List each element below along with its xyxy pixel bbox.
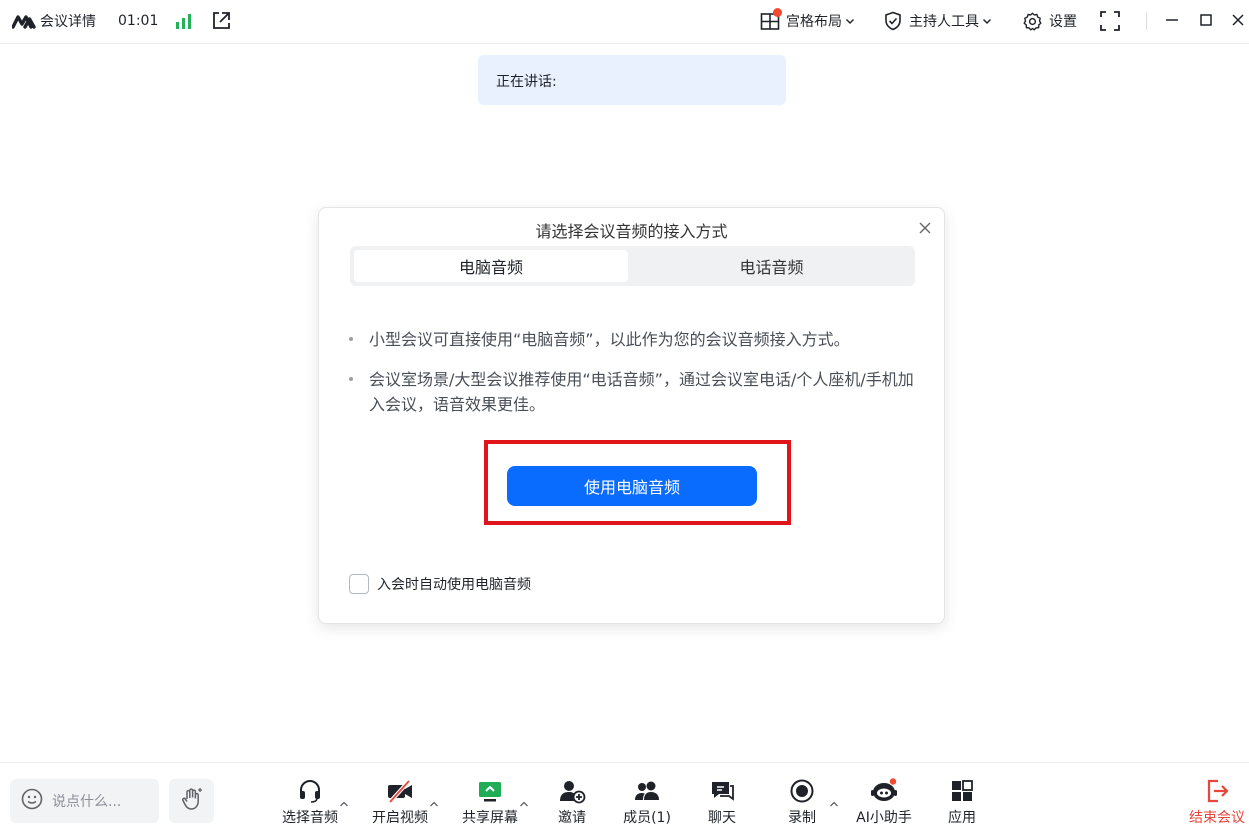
- ai-assistant-label: AI小助手: [856, 810, 912, 826]
- external-link-icon[interactable]: [210, 10, 232, 32]
- chat-button[interactable]: 聊天: [702, 777, 742, 827]
- share-screen-label: 共享屏幕: [462, 810, 518, 826]
- record-options-chevron-icon[interactable]: [829, 793, 839, 807]
- list-item: 会议室场景/大型会议推荐使用“电话音频”，通过会议室电话/个人座机/手机加入会议…: [349, 367, 939, 419]
- window-controls-divider: [1146, 12, 1147, 30]
- audio-selection-dialog: 请选择会议音频的接入方式 电脑音频 电话音频 小型会议可直接使用“电脑音频”，以…: [318, 207, 945, 624]
- add-user-icon: [558, 777, 586, 804]
- bullet-dot: [349, 377, 353, 381]
- grid-layout-icon: [760, 8, 782, 31]
- bullet-dot: [349, 337, 353, 341]
- host-tools-button[interactable]: 主持人工具: [883, 9, 992, 33]
- layout-button[interactable]: 宫格布局: [760, 8, 855, 33]
- chat-label: 聊天: [708, 810, 736, 826]
- bullet-text: 会议室场景/大型会议推荐使用“电话音频”，通过会议室电话/个人座机/手机加入会议…: [369, 370, 914, 414]
- start-video-button[interactable]: 开启视频: [370, 777, 430, 827]
- members-button[interactable]: 成员(1): [620, 777, 674, 827]
- select-audio-button[interactable]: 选择音频: [280, 777, 340, 827]
- tab-phone-audio[interactable]: 电话音频: [632, 250, 911, 282]
- meeting-details-link[interactable]: 会议详情: [40, 12, 96, 30]
- chevron-down-icon: [982, 16, 992, 26]
- video-options-chevron-icon[interactable]: [429, 793, 439, 807]
- settings-button[interactable]: 设置: [1022, 9, 1077, 33]
- list-item: 小型会议可直接使用“电脑音频”，以此作为您的会议音频接入方式。: [349, 327, 939, 353]
- top-bar: 会议详情 01:01 宫格布局 主持人工具 设置: [0, 0, 1249, 44]
- invite-label: 邀请: [558, 810, 586, 826]
- record-label: 录制: [788, 810, 816, 826]
- chat-placeholder: 说点什么...: [52, 794, 122, 810]
- headset-icon: [297, 777, 323, 804]
- meeting-timer: 01:01: [118, 13, 159, 29]
- bullet-text: 小型会议可直接使用“电脑音频”，以此作为您的会议音频接入方式。: [369, 330, 850, 349]
- signal-bars-icon[interactable]: [175, 12, 193, 30]
- record-icon: [789, 777, 815, 804]
- active-speaker-label: 正在讲话:: [496, 74, 557, 90]
- exit-icon: [1204, 777, 1230, 804]
- raise-hand-button[interactable]: [169, 779, 214, 823]
- apps-label: 应用: [948, 810, 976, 826]
- layout-label: 宫格布局: [786, 14, 842, 30]
- notification-dot: [773, 8, 782, 17]
- audio-options-chevron-icon[interactable]: [339, 793, 349, 807]
- ai-assistant-button[interactable]: AI小助手: [854, 777, 914, 827]
- auto-computer-audio-option[interactable]: 入会时自动使用电脑音频: [349, 574, 531, 594]
- quick-chat-input[interactable]: 说点什么...: [10, 779, 159, 823]
- share-screen-button[interactable]: 共享屏幕: [460, 777, 520, 827]
- auto-audio-label: 入会时自动使用电脑音频: [377, 577, 531, 593]
- app-logo-icon: [12, 12, 36, 30]
- members-label: 成员(1): [623, 810, 671, 826]
- end-meeting-button[interactable]: 结束会议: [1186, 777, 1248, 827]
- shield-check-icon: [883, 11, 903, 31]
- apps-grid-icon: [949, 777, 975, 804]
- audio-mode-tabs: 电脑音频 电话音频: [350, 246, 915, 286]
- fullscreen-icon[interactable]: [1099, 9, 1121, 33]
- tab-computer-audio[interactable]: 电脑音频: [354, 250, 628, 282]
- gear-icon: [1022, 11, 1043, 32]
- share-options-chevron-icon[interactable]: [519, 793, 529, 807]
- start-video-label: 开启视频: [372, 810, 428, 826]
- end-meeting-label: 结束会议: [1189, 810, 1245, 826]
- chat-icon: [709, 777, 735, 804]
- record-button[interactable]: 录制: [782, 777, 822, 827]
- apps-button[interactable]: 应用: [942, 777, 982, 827]
- settings-label: 设置: [1049, 14, 1077, 30]
- bottom-toolbar: 说点什么... 选择音频 开启视频 共享屏幕 邀请 成员(1) 聊天 录制 AI…: [0, 762, 1249, 828]
- meeting-details-label: 会议详情: [40, 14, 96, 30]
- invite-button[interactable]: 邀请: [552, 777, 592, 827]
- auto-audio-checkbox[interactable]: [349, 574, 369, 594]
- maximize-icon[interactable]: [1197, 10, 1215, 30]
- use-computer-audio-button[interactable]: 使用电脑音频: [507, 466, 757, 506]
- emoji-icon[interactable]: [20, 787, 44, 815]
- members-icon: [632, 777, 662, 804]
- select-audio-label: 选择音频: [282, 810, 338, 826]
- dialog-close-icon[interactable]: [918, 220, 932, 234]
- dialog-title: 请选择会议音频的接入方式: [535, 222, 728, 241]
- video-off-icon: [386, 777, 414, 804]
- close-icon[interactable]: [1229, 10, 1247, 30]
- minimize-icon[interactable]: [1163, 10, 1181, 30]
- host-tools-label: 主持人工具: [909, 14, 979, 30]
- active-speaker-banner: 正在讲话:: [478, 55, 786, 105]
- chevron-down-icon: [845, 16, 855, 26]
- ai-robot-icon: [869, 777, 899, 804]
- share-screen-icon: [476, 777, 504, 804]
- raise-hand-icon: [179, 786, 205, 816]
